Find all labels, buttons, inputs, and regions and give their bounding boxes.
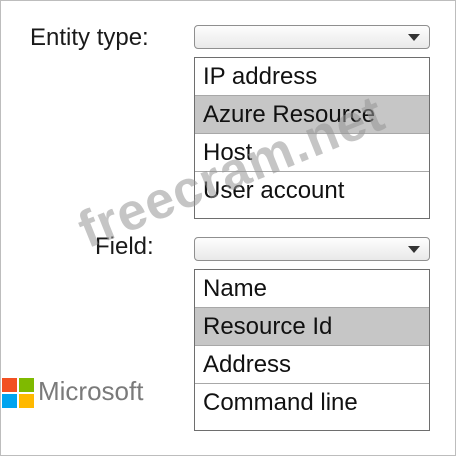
logo-square-yellow: [19, 394, 34, 408]
chevron-down-icon[interactable]: [399, 238, 429, 260]
entity-type-label: Entity type:: [30, 24, 149, 51]
field-option-command-line[interactable]: Command line: [195, 384, 429, 422]
entity-option-ip-address[interactable]: IP address: [195, 58, 429, 96]
chevron-down-icon[interactable]: [399, 26, 429, 48]
logo-square-green: [19, 378, 34, 392]
microsoft-wordmark: Microsoft: [38, 376, 144, 406]
entity-option-user-account[interactable]: User account: [195, 172, 429, 210]
entity-type-options-list: IP address Azure Resource Host User acco…: [194, 57, 430, 219]
logo-square-blue: [2, 394, 17, 408]
logo-square-red: [2, 378, 17, 392]
field-dropdown[interactable]: [194, 237, 430, 261]
field-option-name[interactable]: Name: [195, 270, 429, 308]
entity-type-dropdown[interactable]: [194, 25, 430, 49]
microsoft-logo-icon: [2, 378, 34, 408]
field-option-address[interactable]: Address: [195, 346, 429, 384]
field-option-resource-id[interactable]: Resource Id: [195, 308, 429, 346]
entity-option-azure-resource[interactable]: Azure Resource: [195, 96, 429, 134]
entity-option-host[interactable]: Host: [195, 134, 429, 172]
field-label: Field:: [95, 233, 154, 260]
field-options-list: Name Resource Id Address Command line: [194, 269, 430, 431]
